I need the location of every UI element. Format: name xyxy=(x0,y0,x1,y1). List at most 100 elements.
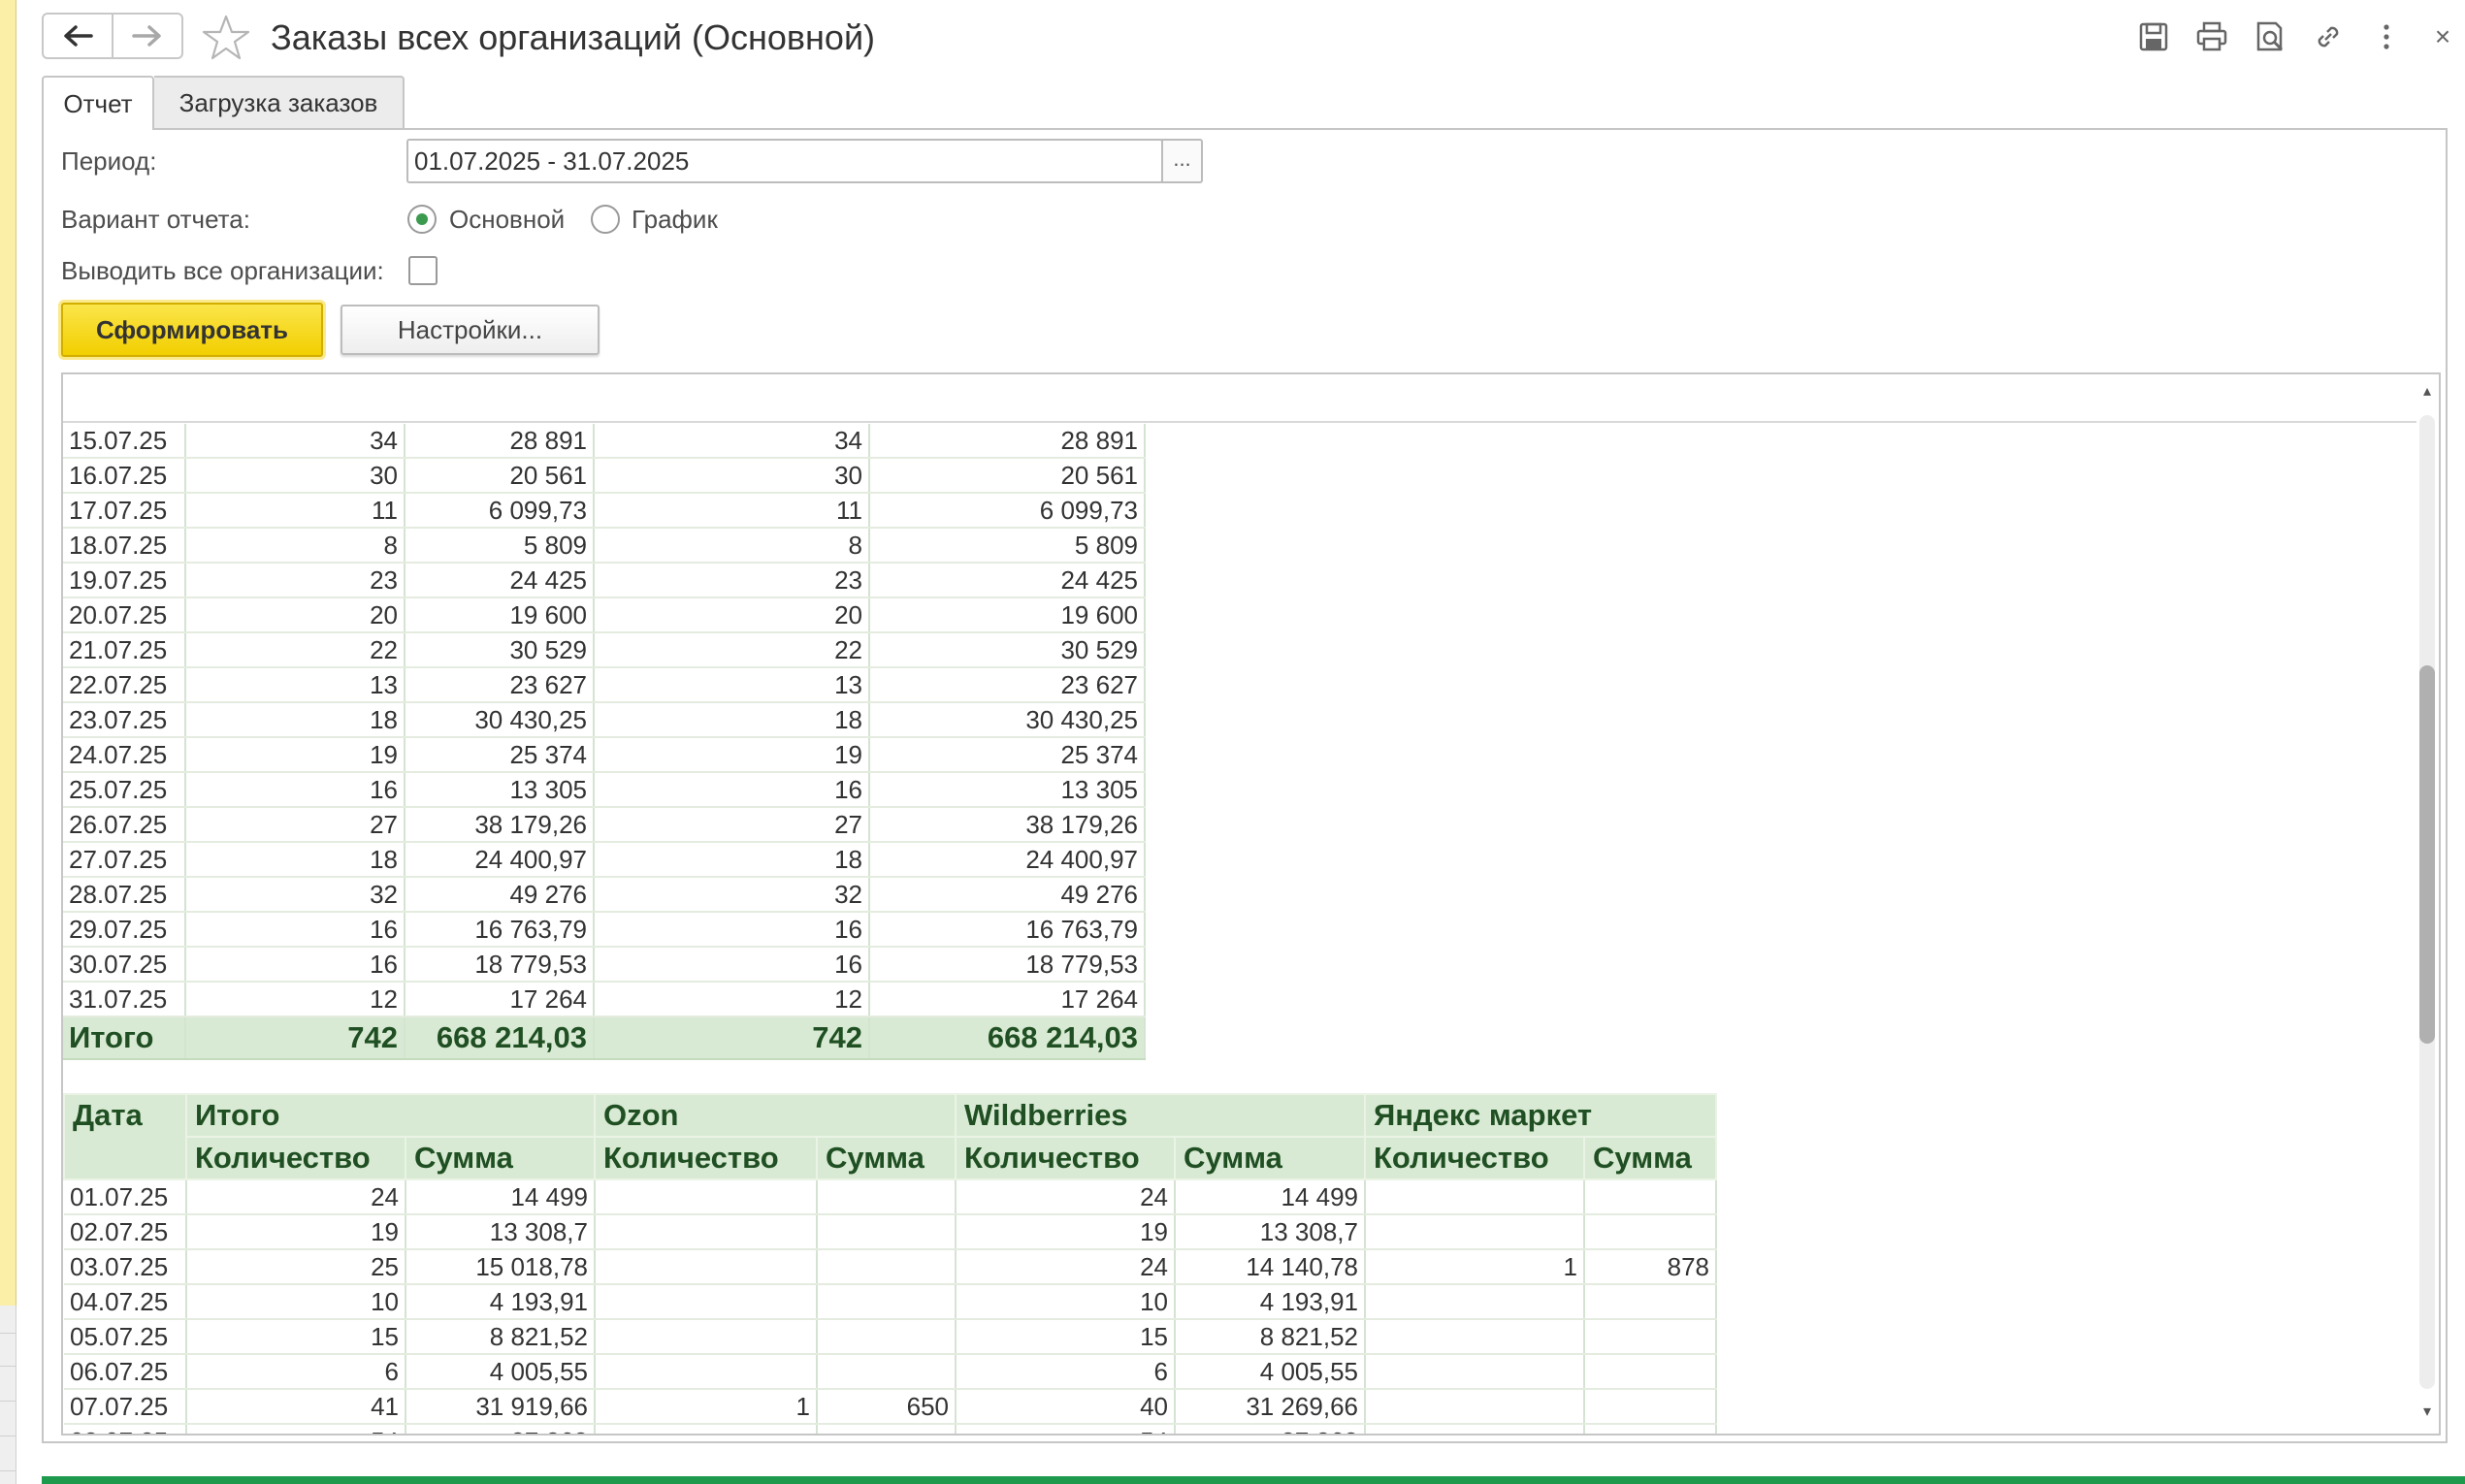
settings-button[interactable]: Настройки... xyxy=(341,305,600,355)
value-cell xyxy=(1584,1354,1717,1390)
value-cell: 19 600 xyxy=(405,597,595,633)
report-document[interactable]: 15.07.25 34 28 891 34 28 891 16.07.25 30 20 561… xyxy=(61,372,2441,1436)
total-value: 668 214,03 xyxy=(405,1016,595,1060)
total-value: 742 xyxy=(594,1016,870,1060)
period-input[interactable]: 01.07.2025 - 31.07.2025 xyxy=(406,139,1163,183)
value-cell: 19 xyxy=(185,737,405,773)
value-cell: 40 xyxy=(956,1389,1176,1425)
value-cell: 37 368 xyxy=(1175,1424,1366,1434)
report-header-strip xyxy=(63,374,2416,423)
table-row: 28.07.25 32 49 276 32 49 276 xyxy=(63,877,1146,913)
value-cell xyxy=(1584,1319,1717,1355)
date-cell: 24.07.25 xyxy=(63,737,186,773)
arrow-right-icon xyxy=(132,25,161,47)
table-row: 30.07.25 16 18 779,53 16 18 779,53 xyxy=(63,947,1146,983)
date-cell: 04.07.25 xyxy=(64,1284,187,1320)
value-cell: 13 xyxy=(185,667,405,703)
link-icon[interactable] xyxy=(2311,19,2346,54)
value-cell: 18 xyxy=(594,702,870,738)
value-cell: 19 xyxy=(956,1214,1176,1250)
favorite-star-icon[interactable] xyxy=(202,14,250,62)
value-cell: 28 891 xyxy=(405,424,595,459)
scroll-down-arrow-icon[interactable]: ▾ xyxy=(2419,1403,2435,1422)
date-cell: 21.07.25 xyxy=(63,632,186,668)
value-cell: 4 005,55 xyxy=(1175,1354,1366,1390)
header-sum: Сумма xyxy=(816,1136,957,1180)
table-row: 22.07.25 13 23 627 13 23 627 xyxy=(63,667,1146,703)
value-cell xyxy=(817,1319,957,1355)
back-button[interactable] xyxy=(44,15,112,57)
value-cell: 19 600 xyxy=(869,597,1146,633)
value-cell: 650 xyxy=(817,1389,957,1425)
report-upper-table: 15.07.25 34 28 891 34 28 891 16.07.25 30 20 561… xyxy=(63,424,1146,1060)
all-orgs-label: Выводить все организации: xyxy=(61,256,384,285)
value-cell xyxy=(817,1179,957,1215)
date-cell: 19.07.25 xyxy=(63,563,186,598)
header-quantity: Количество xyxy=(955,1136,1176,1180)
table-row: 02.07.25 19 13 308,7 19 13 308,7 xyxy=(64,1214,1717,1250)
table-row: 20.07.25 20 19 600 20 19 600 xyxy=(63,597,1146,633)
value-cell: 25 xyxy=(186,1249,406,1285)
date-cell: 31.07.25 xyxy=(63,982,186,1017)
date-cell: 08.07.25 xyxy=(64,1424,187,1434)
value-cell: 13 305 xyxy=(405,772,595,808)
value-cell xyxy=(1584,1214,1717,1250)
table-row: 15.07.25 34 28 891 34 28 891 xyxy=(63,424,1146,459)
radio-variant-main[interactable] xyxy=(407,205,437,234)
value-cell: 16 xyxy=(185,947,405,983)
scrollbar-thumb[interactable] xyxy=(2419,665,2435,1044)
table-row: 23.07.25 18 30 430,25 18 30 430,25 xyxy=(63,702,1146,738)
period-select-button[interactable]: ... xyxy=(1161,139,1203,183)
date-cell: 26.07.25 xyxy=(63,807,186,843)
value-cell: 16 xyxy=(185,772,405,808)
tab-report[interactable]: Отчет xyxy=(42,76,154,130)
preview-icon[interactable] xyxy=(2253,19,2287,54)
value-cell: 23 xyxy=(185,563,405,598)
header-group-wildberries: Wildberries xyxy=(955,1093,1366,1138)
value-cell: 10 xyxy=(186,1284,406,1320)
value-cell xyxy=(817,1214,957,1250)
value-cell: 10 xyxy=(956,1284,1176,1320)
value-cell: 6 xyxy=(186,1354,406,1390)
value-cell: 32 xyxy=(594,877,870,913)
value-cell: 34 xyxy=(594,424,870,459)
total-value: 668 214,03 xyxy=(869,1016,1146,1060)
value-cell: 15 018,78 xyxy=(405,1249,596,1285)
value-cell: 54 xyxy=(186,1424,406,1434)
value-cell: 16 xyxy=(594,912,870,948)
value-cell xyxy=(1584,1179,1717,1215)
header-group-yandex-market: Яндекс маркет xyxy=(1364,1093,1717,1138)
value-cell: 24 400,97 xyxy=(405,842,595,878)
date-cell: 05.07.25 xyxy=(64,1319,187,1355)
save-icon[interactable] xyxy=(2136,19,2171,54)
header-group-ozon: Ozon xyxy=(594,1093,957,1138)
more-icon[interactable] xyxy=(2369,19,2404,54)
value-cell: 49 276 xyxy=(405,877,595,913)
table-row: 27.07.25 18 24 400,97 18 24 400,97 xyxy=(63,842,1146,878)
all-orgs-checkbox[interactable] xyxy=(408,256,438,285)
radio-variant-main-label[interactable]: Основной xyxy=(449,204,565,235)
value-cell xyxy=(1365,1354,1585,1390)
print-icon[interactable] xyxy=(2194,19,2229,54)
value-cell: 14 499 xyxy=(1175,1179,1366,1215)
close-icon[interactable]: × xyxy=(2425,19,2460,54)
value-cell: 23 627 xyxy=(405,667,595,703)
value-cell: 25 374 xyxy=(405,737,595,773)
header-sum: Сумма xyxy=(405,1136,596,1180)
value-cell: 14 499 xyxy=(405,1179,596,1215)
value-cell: 27 xyxy=(594,807,870,843)
tab-upload-orders[interactable]: Загрузка заказов xyxy=(154,76,405,128)
value-cell: 8 xyxy=(594,528,870,564)
value-cell: 30 529 xyxy=(869,632,1146,668)
radio-variant-chart[interactable] xyxy=(591,205,620,234)
value-cell: 34 xyxy=(185,424,405,459)
date-cell: 06.07.25 xyxy=(64,1354,187,1390)
scroll-up-arrow-icon[interactable]: ▴ xyxy=(2419,382,2435,402)
forward-button[interactable] xyxy=(112,15,181,57)
generate-button[interactable]: Сформировать xyxy=(61,303,323,357)
value-cell: 24 xyxy=(186,1179,406,1215)
radio-variant-chart-label[interactable]: График xyxy=(632,204,718,235)
date-cell: 28.07.25 xyxy=(63,877,186,913)
value-cell xyxy=(817,1284,957,1320)
value-cell: 18 xyxy=(185,702,405,738)
